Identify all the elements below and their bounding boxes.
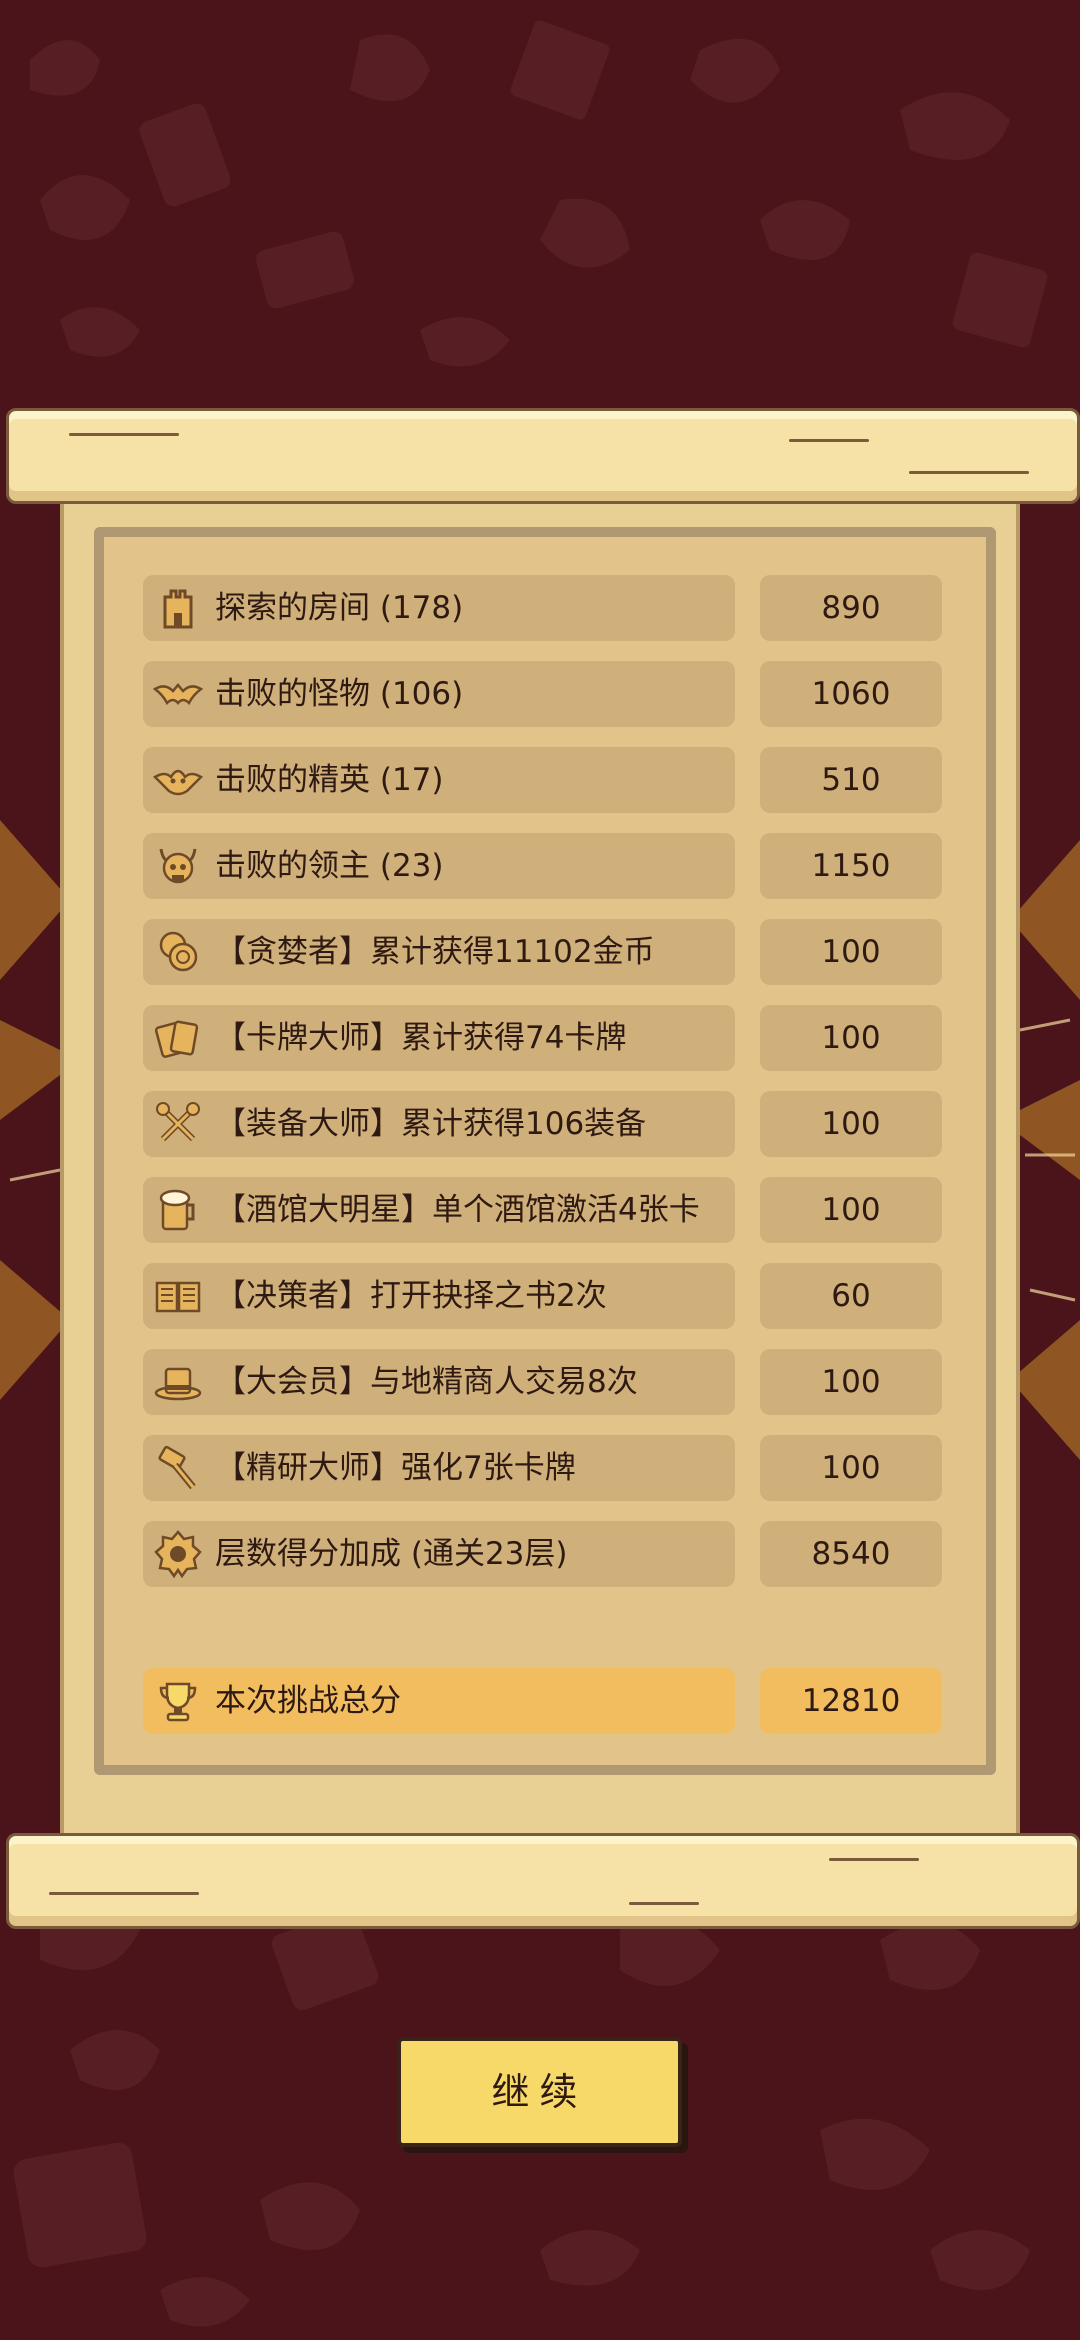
scroll-top-roll [6, 408, 1080, 504]
tower-icon [163, 589, 193, 629]
row-value: 100 [760, 1435, 942, 1501]
row-label-text: 击败的怪物 (106) [215, 676, 464, 712]
total-label-text: 本次挑战总分 [215, 1683, 401, 1719]
row-label-text: 【装备大师】累计获得106装备 [215, 1106, 647, 1142]
score-row-monsters: 击败的怪物 (106) 1060 [143, 661, 1080, 727]
row-label-text: 探索的房间 (178) [215, 590, 464, 626]
row-value: 510 [760, 747, 942, 813]
bat-icon [153, 683, 203, 706]
row-value: 1060 [760, 661, 942, 727]
row-value: 890 [760, 575, 942, 641]
row-label-text: 【卡牌大师】累计获得74卡牌 [215, 1020, 627, 1056]
score-row-vip: 【大会员】与地精商人交易8次 100 [143, 1349, 1080, 1415]
row-label-text: 【酒馆大明星】单个酒馆激活4张卡 [215, 1192, 700, 1228]
total-value: 12810 [760, 1668, 942, 1734]
row-value: 100 [760, 1349, 942, 1415]
score-row-bosses: 击败的领主 (23) 1150 [143, 833, 1080, 899]
demon-bat-icon [153, 769, 203, 796]
horned-skull-icon [159, 848, 197, 884]
row-label-text: 击败的精英 (17) [215, 762, 444, 798]
coins-icon [159, 931, 198, 972]
score-row-card-master: 【卡牌大师】累计获得74卡牌 100 [143, 1005, 1080, 1071]
row-value: 1150 [760, 833, 942, 899]
top-hat-icon [154, 1367, 202, 1401]
score-row-elites: 击败的精英 (17) 510 [143, 747, 1080, 813]
scroll-bottom-roll [6, 1833, 1080, 1929]
beer-mug-icon [159, 1189, 195, 1231]
row-label-text: 击败的领主 (23) [215, 848, 444, 884]
row-value: 100 [760, 919, 942, 985]
cards-icon [154, 1020, 199, 1058]
hammer-icon [158, 1445, 196, 1490]
score-row-decider: 【决策者】打开抉择之书2次 60 [143, 1263, 1080, 1329]
row-label-text: 【贪婪者】累计获得11102金币 [215, 934, 655, 970]
row-value: 60 [760, 1263, 942, 1329]
row-value: 100 [760, 1005, 942, 1071]
score-row-refine-master: 【精研大师】强化7张卡牌 100 [143, 1435, 1080, 1501]
trophy-icon [159, 1682, 197, 1722]
crossed-tools-icon [156, 1102, 200, 1142]
score-row-gear-master: 【装备大师】累计获得106装备 100 [143, 1091, 1080, 1157]
row-value: 100 [760, 1091, 942, 1157]
row-label-text: 【决策者】打开抉择之书2次 [215, 1278, 607, 1314]
continue-button[interactable]: 继续 [397, 2037, 682, 2147]
score-row-tavern-star: 【酒馆大明星】单个酒馆激活4张卡 100 [143, 1177, 1080, 1243]
floor-badge-icon [154, 1530, 202, 1579]
score-row-total: 本次挑战总分 12810 [143, 1668, 1080, 1734]
score-row-greedy: 【贪婪者】累计获得11102金币 100 [143, 919, 1080, 985]
row-label-text: 层数得分加成 (通关23层) [215, 1536, 568, 1572]
row-label-text: 【大会员】与地精商人交易8次 [215, 1364, 638, 1400]
score-row-rooms: 探索的房间 (178) 890 [143, 575, 1080, 641]
row-value: 100 [760, 1177, 942, 1243]
open-book-icon [155, 1281, 201, 1313]
row-label-text: 【精研大师】强化7张卡牌 [215, 1450, 576, 1486]
row-value: 8540 [760, 1521, 942, 1587]
score-row-floor-bonus: 层数得分加成 (通关23层) 8540 [143, 1521, 1080, 1587]
